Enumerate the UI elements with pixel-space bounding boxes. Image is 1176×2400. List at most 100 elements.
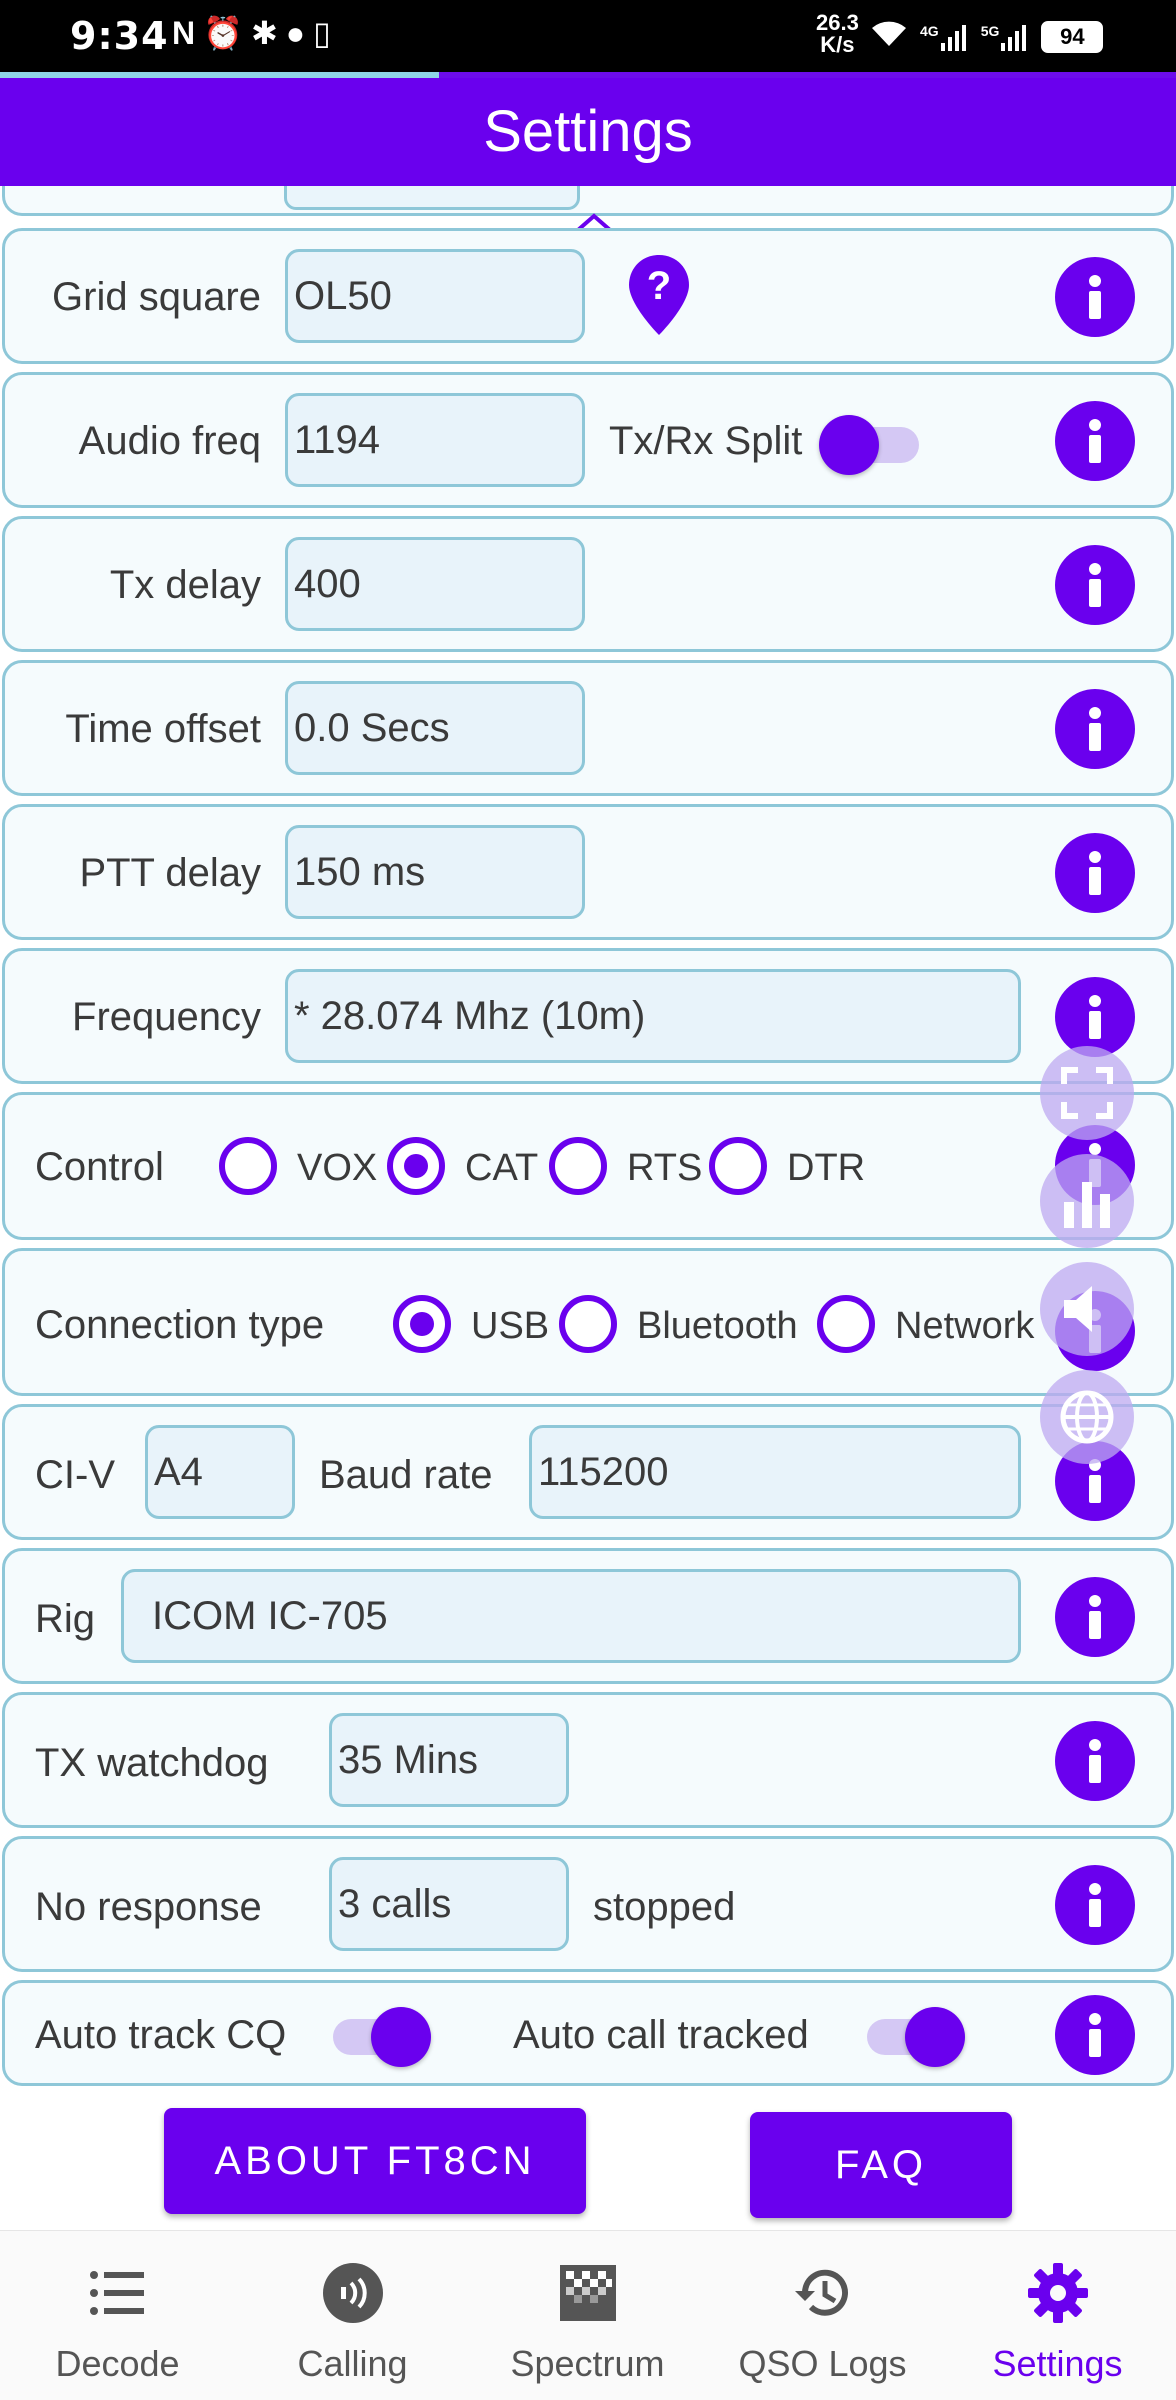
grid-square-input[interactable]: OL50	[285, 249, 585, 343]
control-radio-dtr[interactable]	[709, 1137, 767, 1195]
tx-delay-input[interactable]: 400	[285, 537, 585, 631]
ptt-delay-info-button[interactable]	[1055, 833, 1135, 913]
frequency-info-button[interactable]	[1055, 977, 1135, 1057]
nav-qso-logs-label: QSO Logs	[738, 2343, 907, 2384]
tx-watchdog-info-button[interactable]	[1055, 1721, 1135, 1801]
nav-decode[interactable]: Decode	[0, 2231, 235, 2400]
floating-fullscreen-button[interactable]	[1040, 1046, 1134, 1140]
control-radio-cat[interactable]	[387, 1137, 445, 1195]
auto-track-info-button[interactable]	[1055, 1995, 1135, 2075]
baud-rate-label: Baud rate	[319, 1453, 493, 1497]
settings-list[interactable]: Grid square OL50 ? Audio freq 1194 Tx/Rx…	[0, 186, 1176, 2230]
row-no-response: No response 3 calls stopped	[2, 1836, 1174, 1972]
nav-spectrum[interactable]: Spectrum	[470, 2231, 705, 2400]
floating-volume-button[interactable]	[1040, 1262, 1134, 1356]
info-icon	[1089, 563, 1101, 607]
connection-radio-network[interactable]	[817, 1295, 875, 1353]
floating-stats-button[interactable]	[1040, 1154, 1134, 1248]
time-offset-input[interactable]: 0.0 Secs	[285, 681, 585, 775]
row-tx-watchdog: TX watchdog 35 Mins	[2, 1692, 1174, 1828]
network-speed: 26.3 K/s	[816, 12, 859, 56]
info-icon	[1089, 851, 1101, 895]
signal-5g-icon: 5G	[981, 23, 1030, 51]
tx-rx-split-label: Tx/Rx Split	[609, 419, 803, 463]
info-icon	[1089, 1595, 1101, 1639]
audio-freq-info-button[interactable]	[1055, 401, 1135, 481]
baud-rate-select[interactable]: 115200	[529, 1425, 1021, 1519]
app-bar: Settings	[0, 78, 1176, 186]
grid-square-label: Grid square	[52, 275, 261, 319]
bluetooth-icon: ✱	[250, 15, 278, 51]
auto-call-tracked-toggle[interactable]	[867, 2003, 967, 2071]
auto-track-cq-label: Auto track CQ	[35, 2013, 287, 2057]
row-ptt-delay: PTT delay 150 ms	[2, 804, 1174, 940]
control-radio-rts[interactable]	[549, 1137, 607, 1195]
fullscreen-icon	[1061, 1067, 1113, 1119]
mic-icon: ●	[285, 14, 306, 51]
toggle-thumb	[905, 2007, 965, 2067]
signal-4g-icon: 4G	[920, 23, 969, 51]
bottom-navigation: Decode Calling Spectrum QSO Logs Setting…	[0, 2230, 1176, 2400]
civ-label: CI-V	[35, 1453, 115, 1497]
nav-calling[interactable]: Calling	[235, 2231, 470, 2400]
row-control: Control VOX CAT RTS DTR	[2, 1092, 1174, 1240]
nav-settings[interactable]: Settings	[940, 2231, 1175, 2400]
frequency-label: Frequency	[72, 995, 261, 1039]
row-grid-square: Grid square OL50 ?	[2, 228, 1174, 364]
rig-label: Rig	[35, 1597, 96, 1641]
connection-option-usb: USB	[471, 1305, 550, 1347]
row-rig: Rig ICOM IC-705	[2, 1548, 1174, 1684]
tx-rx-split-toggle[interactable]	[819, 411, 919, 479]
auto-track-cq-toggle[interactable]	[333, 2003, 433, 2071]
status-left-icons: N ⏰ ✱ ● ▯	[152, 14, 331, 52]
wifi-icon	[870, 18, 908, 55]
about-ft8cn-button[interactable]: ABOUT FT8CN	[164, 2108, 586, 2214]
nav-qso-logs[interactable]: QSO Logs	[705, 2231, 940, 2400]
nav-decode-label: Decode	[55, 2343, 180, 2384]
toggle-thumb	[371, 2007, 431, 2067]
no-response-suffix: stopped	[593, 1885, 736, 1929]
rig-info-button[interactable]	[1055, 1577, 1135, 1657]
location-help-icon[interactable]: ?	[627, 253, 691, 337]
row-frequency: Frequency * 28.074 Mhz (10m)	[2, 948, 1174, 1084]
globe-icon	[1060, 1390, 1114, 1444]
ptt-delay-input[interactable]: 150 ms	[285, 825, 585, 919]
no-response-info-button[interactable]	[1055, 1865, 1135, 1945]
frequency-select[interactable]: * 28.074 Mhz (10m)	[285, 969, 1021, 1063]
no-response-input[interactable]: 3 calls	[329, 1857, 569, 1951]
net-2-label: 5G	[980, 22, 1000, 39]
nfc-icon: N	[172, 14, 196, 51]
control-option-vox: VOX	[297, 1147, 378, 1189]
floating-globe-button[interactable]	[1040, 1370, 1134, 1464]
rig-select[interactable]: ICOM IC-705	[121, 1569, 1021, 1663]
row-connection-type: Connection type USB Bluetooth Network	[2, 1248, 1174, 1396]
alarm-icon: ⏰	[203, 15, 243, 51]
control-option-rts: RTS	[627, 1147, 703, 1189]
control-option-dtr: DTR	[787, 1147, 866, 1189]
row-audio-freq: Audio freq 1194 Tx/Rx Split	[2, 372, 1174, 508]
list-icon	[90, 2271, 144, 2315]
grid-square-info-button[interactable]	[1055, 257, 1135, 337]
time-offset-info-button[interactable]	[1055, 689, 1135, 769]
connection-type-label: Connection type	[35, 1303, 325, 1347]
partial-field[interactable]	[284, 186, 580, 210]
battery-icon: 94	[1041, 20, 1104, 53]
control-radio-vox[interactable]	[219, 1137, 277, 1195]
history-icon	[795, 2269, 848, 2316]
audio-freq-input[interactable]: 1194	[285, 393, 585, 487]
spectrum-icon	[560, 2265, 616, 2321]
row-time-offset: Time offset 0.0 Secs	[2, 660, 1174, 796]
no-response-label: No response	[35, 1885, 262, 1929]
tx-delay-label: Tx delay	[109, 563, 261, 607]
control-label: Control	[35, 1145, 164, 1189]
info-icon	[1089, 707, 1101, 751]
tx-delay-info-button[interactable]	[1055, 545, 1135, 625]
connection-radio-bluetooth[interactable]	[559, 1295, 617, 1353]
connection-radio-usb[interactable]	[393, 1295, 451, 1353]
bar-chart-icon	[1064, 1182, 1110, 1228]
civ-input[interactable]: A4	[145, 1425, 295, 1519]
speed-unit: K/s	[820, 32, 855, 57]
tx-watchdog-input[interactable]: 35 Mins	[329, 1713, 569, 1807]
faq-button[interactable]: FAQ	[750, 2112, 1012, 2218]
status-right-icons: 4G 5G 94	[870, 18, 1104, 55]
